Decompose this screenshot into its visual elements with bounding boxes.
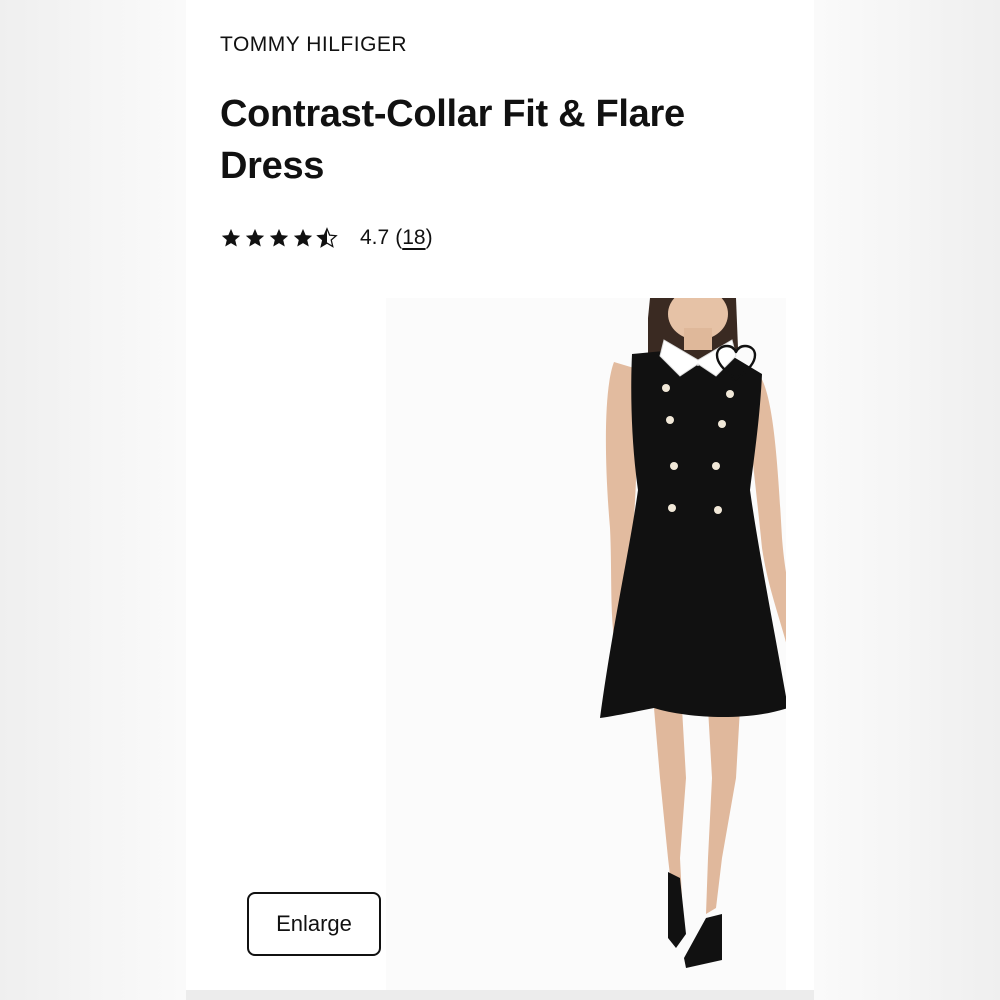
star-partial-icon: [316, 227, 338, 248]
model-dress-photo: [600, 288, 802, 968]
brand-name[interactable]: TOMMY HILFIGER: [220, 33, 407, 57]
product-title-line-2: Dress: [220, 145, 325, 187]
product-image[interactable]: [386, 288, 802, 990]
enlarge-button[interactable]: Enlarge: [247, 892, 381, 956]
bottom-strip: [186, 990, 814, 1000]
left-blurred-margin: [0, 0, 186, 1000]
product-card: TOMMY HILFIGER Contrast-Collar Fit & Fla…: [186, 0, 814, 990]
dress-button: [668, 504, 676, 512]
review-count[interactable]: 18: [402, 226, 425, 249]
dress-button: [718, 420, 726, 428]
product-title-line-1: Contrast-Collar Fit & Flare: [220, 93, 685, 135]
right-leg: [706, 708, 740, 914]
dress-button: [670, 462, 678, 470]
heart-outline-icon[interactable]: [714, 343, 758, 383]
right-blurred-margin: [814, 0, 1000, 1000]
star-full-icon: [221, 228, 241, 247]
right-shoe: [684, 914, 722, 968]
star-full-icon: [269, 228, 289, 247]
product-title: Contrast-Collar Fit & Flare Dress: [220, 88, 800, 192]
star-full-icon: [293, 228, 313, 247]
rating-stars: [220, 227, 338, 249]
dress-button: [714, 506, 722, 514]
dress-button: [712, 462, 720, 470]
review-count-link[interactable]: (18): [395, 226, 432, 250]
product-rating[interactable]: 4.7 (18): [220, 226, 433, 250]
left-shoe: [668, 872, 686, 948]
dress-button: [726, 390, 734, 398]
dress-button: [662, 384, 670, 392]
neck: [684, 328, 712, 350]
dress-button: [666, 416, 674, 424]
rating-value: 4.7: [360, 226, 390, 249]
star-full-icon: [245, 228, 265, 247]
